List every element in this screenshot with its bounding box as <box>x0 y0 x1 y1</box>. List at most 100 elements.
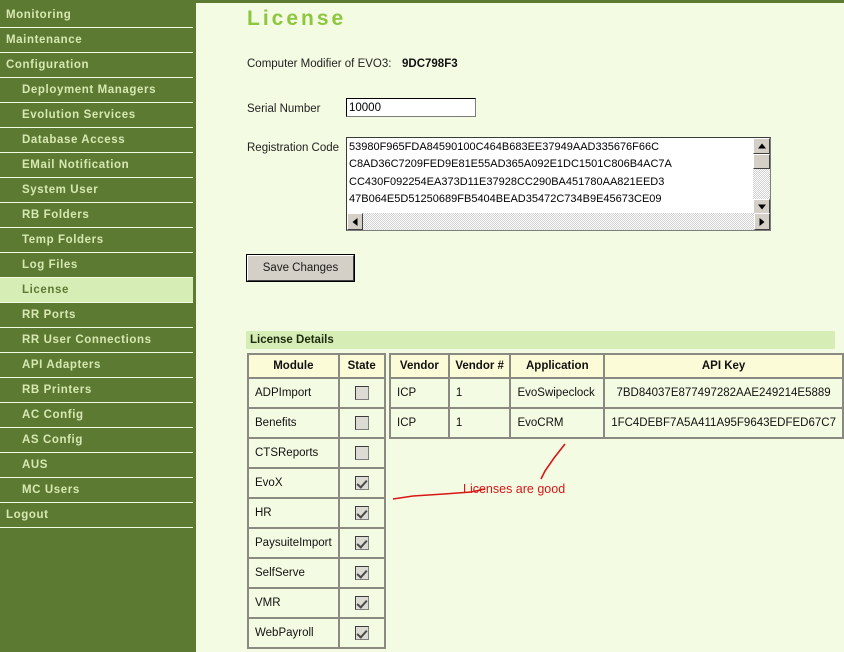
table-row: SelfServe <box>249 559 384 587</box>
license-page: MonitoringMaintenanceConfigurationDeploy… <box>0 0 844 652</box>
chevron-down-icon <box>758 205 766 210</box>
column-header-module: Module <box>249 355 338 377</box>
chevron-up-icon <box>758 144 766 149</box>
computer-modifier-value: 9DC798F3 <box>402 58 458 70</box>
sidebar-item-database-access[interactable]: Database Access <box>0 128 193 153</box>
sidebar-item-maintenance[interactable]: Maintenance <box>0 28 193 53</box>
checkbox-unchecked-icon[interactable] <box>355 386 369 400</box>
modules-table-header-row: Module State <box>249 355 384 377</box>
sidebar-item-api-adapters[interactable]: API Adapters <box>0 353 193 378</box>
vendor-cell: ICP <box>391 379 448 407</box>
sidebar-item-rr-user-connections[interactable]: RR User Connections <box>0 328 193 353</box>
module-name-cell: Benefits <box>249 409 338 437</box>
column-header-state: State <box>340 355 384 377</box>
annotation-arrow-up <box>541 444 565 479</box>
module-name-cell: HR <box>249 499 338 527</box>
scroll-up-button[interactable] <box>753 138 770 154</box>
checkbox-checked-icon[interactable] <box>355 596 369 610</box>
registration-code-label: Registration Code <box>247 142 339 154</box>
sidebar-item-logout[interactable]: Logout <box>0 503 193 528</box>
sidebar-item-email-notification[interactable]: EMail Notification <box>0 153 193 178</box>
module-name-cell: WebPayroll <box>249 619 338 647</box>
module-name-cell: ADPImport <box>249 379 338 407</box>
sidebar-filler <box>0 528 193 650</box>
api-table-header-row: Vendor Vendor # Application API Key <box>391 355 842 377</box>
module-state-cell <box>340 439 384 467</box>
sidebar-item-as-config[interactable]: AS Config <box>0 428 193 453</box>
application-cell: EvoSwipeclock <box>511 379 603 407</box>
sidebar-item-monitoring[interactable]: Monitoring <box>0 3 193 28</box>
save-changes-button[interactable]: Save Changes <box>247 255 354 281</box>
table-row: PaysuiteImport <box>249 529 384 557</box>
api-key-cell: 7BD84037E877497282AAE249214E5889 <box>605 379 842 407</box>
column-header-vendor: Vendor <box>391 355 448 377</box>
chevron-left-icon <box>353 218 358 226</box>
api-table: Vendor Vendor # Application API Key ICP1… <box>389 353 844 439</box>
module-state-cell <box>340 409 384 437</box>
checkbox-checked-icon[interactable] <box>355 536 369 550</box>
vendor-number-cell: 1 <box>450 379 510 407</box>
module-state-cell <box>340 619 384 647</box>
vendor-cell: ICP <box>391 409 448 437</box>
sidebar-item-license[interactable]: License <box>0 278 193 303</box>
sidebar-item-configuration[interactable]: Configuration <box>0 53 193 78</box>
sidebar-item-list: MonitoringMaintenanceConfigurationDeploy… <box>0 3 193 528</box>
checkbox-checked-icon[interactable] <box>355 476 369 490</box>
registration-code-horizontal-scrollbar[interactable] <box>347 213 770 230</box>
sidebar-item-ac-config[interactable]: AC Config <box>0 403 193 428</box>
scrollbar-thumb[interactable] <box>753 154 770 169</box>
module-state-cell <box>340 379 384 407</box>
checkbox-checked-icon[interactable] <box>355 626 369 640</box>
scroll-right-button[interactable] <box>754 213 770 230</box>
column-header-vendor-num: Vendor # <box>450 355 510 377</box>
main-content: License Computer Modifier of EVO3: 9DC79… <box>199 3 844 652</box>
table-row: Benefits <box>249 409 384 437</box>
sidebar-item-mc-users[interactable]: MC Users <box>0 478 193 503</box>
column-header-api-key: API Key <box>605 355 842 377</box>
sidebar-item-temp-folders[interactable]: Temp Folders <box>0 228 193 253</box>
chevron-right-icon <box>760 218 765 226</box>
sidebar-item-rr-ports[interactable]: RR Ports <box>0 303 193 328</box>
module-state-cell <box>340 469 384 497</box>
sidebar-item-system-user[interactable]: System User <box>0 178 193 203</box>
checkbox-unchecked-icon[interactable] <box>355 446 369 460</box>
table-row: VMR <box>249 589 384 617</box>
serial-number-label: Serial Number <box>247 103 321 115</box>
license-details-section-title: License Details <box>246 331 835 349</box>
sidebar-navigation: MonitoringMaintenanceConfigurationDeploy… <box>0 3 196 652</box>
sidebar-item-log-files[interactable]: Log Files <box>0 253 193 278</box>
serial-number-input[interactable] <box>346 98 476 117</box>
application-cell: EvoCRM <box>511 409 603 437</box>
module-state-cell <box>340 589 384 617</box>
sidebar-item-evolution-services[interactable]: Evolution Services <box>0 103 193 128</box>
api-key-cell: 1FC4DEBF7A5A411A95F9643EDFED67C7 <box>605 409 842 437</box>
sidebar-item-rb-folders[interactable]: RB Folders <box>0 203 193 228</box>
sidebar-item-aus[interactable]: AUS <box>0 453 193 478</box>
sidebar-item-rb-printers[interactable]: RB Printers <box>0 378 193 403</box>
table-row: WebPayroll <box>249 619 384 647</box>
module-name-cell: CTSReports <box>249 439 338 467</box>
table-row: ADPImport <box>249 379 384 407</box>
page-title: License <box>247 7 346 31</box>
column-header-application: Application <box>511 355 603 377</box>
table-row: EvoX <box>249 469 384 497</box>
module-name-cell: EvoX <box>249 469 338 497</box>
sidebar-item-deployment-managers[interactable]: Deployment Managers <box>0 78 193 103</box>
module-name-cell: SelfServe <box>249 559 338 587</box>
table-row: ICP1EvoSwipeclock7BD84037E877497282AAE24… <box>391 379 842 407</box>
annotation-text: Licenses are good <box>463 482 565 496</box>
modules-table: Module State ADPImportBenefitsCTSReports… <box>247 353 386 649</box>
table-row: CTSReports <box>249 439 384 467</box>
module-name-cell: VMR <box>249 589 338 617</box>
scroll-left-button[interactable] <box>347 213 363 230</box>
module-name-cell: PaysuiteImport <box>249 529 338 557</box>
checkbox-unchecked-icon[interactable] <box>355 416 369 430</box>
checkbox-checked-icon[interactable] <box>355 566 369 580</box>
module-state-cell <box>340 559 384 587</box>
table-row: ICP1EvoCRM1FC4DEBF7A5A411A95F9643EDFED67… <box>391 409 842 437</box>
registration-code-vertical-scrollbar[interactable] <box>753 138 770 215</box>
registration-code-textarea[interactable]: 53980F965FDA84590100C464B683EE37949AAD33… <box>346 137 771 231</box>
checkbox-checked-icon[interactable] <box>355 506 369 520</box>
table-row: HR <box>249 499 384 527</box>
vendor-number-cell: 1 <box>450 409 510 437</box>
